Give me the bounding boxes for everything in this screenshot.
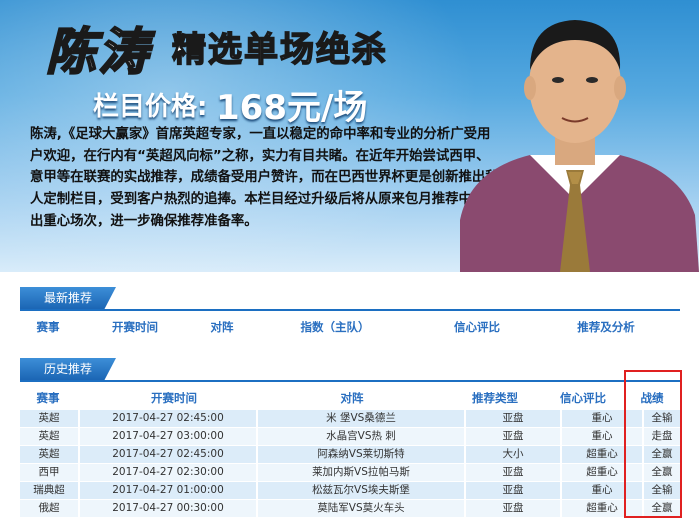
latest-header-time: 开赛时间 xyxy=(112,320,158,334)
history-section-bar: 历史推荐 xyxy=(20,358,680,382)
cell-league: 英超 xyxy=(20,410,78,428)
table-row: 瑞典超 2017-04-27 01:00:00 松兹瓦尔VS埃夫斯堡 亚盘 重心… xyxy=(20,482,680,500)
latest-header-analysis: 推荐及分析 xyxy=(577,320,635,334)
latest-section-bar: 最新推荐 xyxy=(20,287,680,311)
cell-league: 瑞典超 xyxy=(20,482,78,500)
price-value: 168元/场 xyxy=(216,88,368,128)
latest-tab[interactable]: 最新推荐 xyxy=(20,287,116,309)
cell-type: 大小 xyxy=(466,446,560,464)
history-header-confidence: 信心评比 xyxy=(560,391,606,405)
history-header-type: 推荐类型 xyxy=(472,391,518,405)
expert-name: 陈涛 xyxy=(45,22,150,82)
latest-header-confidence: 信心评比 xyxy=(454,320,500,334)
latest-header-league: 赛事 xyxy=(36,320,60,334)
cell-time: 2017-04-27 03:00:00 xyxy=(80,428,256,446)
cell-type: 亚盘 xyxy=(466,500,560,518)
history-header-match: 对阵 xyxy=(340,391,364,405)
history-header-time: 开赛时间 xyxy=(151,391,197,405)
result-column-highlight xyxy=(624,370,682,518)
cell-match[interactable]: 莱加内斯VS拉帕马斯 xyxy=(258,464,464,482)
cell-type: 亚盘 xyxy=(466,428,560,446)
cell-match[interactable]: 松兹瓦尔VS埃夫斯堡 xyxy=(258,482,464,500)
table-row: 西甲 2017-04-27 02:30:00 莱加内斯VS拉帕马斯 亚盘 超重心… xyxy=(20,464,680,482)
cell-type: 亚盘 xyxy=(466,410,560,428)
table-row: 英超 2017-04-27 03:00:00 水晶宫VS热 刺 亚盘 重心 走盘 xyxy=(20,428,680,446)
cell-type: 亚盘 xyxy=(466,482,560,500)
latest-header-match: 对阵 xyxy=(210,320,234,334)
table-row: 英超 2017-04-27 02:45:00 米 堡VS桑德兰 亚盘 重心 全输 xyxy=(20,410,680,428)
banner: 陈涛 精选单场绝杀 栏目价格: 168元/场 陈涛,《足球大赢家》首席英超专家，… xyxy=(0,0,699,272)
cell-time: 2017-04-27 02:45:00 xyxy=(80,446,256,464)
cell-league: 西甲 xyxy=(20,464,78,482)
cell-match[interactable]: 阿森纳VS莱切斯特 xyxy=(258,446,464,464)
cell-match[interactable]: 莫陆军VS莫火车头 xyxy=(258,500,464,518)
cell-time: 2017-04-27 02:45:00 xyxy=(80,410,256,428)
table-row: 英超 2017-04-27 02:45:00 阿森纳VS莱切斯特 大小 超重心 … xyxy=(20,446,680,464)
cell-league: 英超 xyxy=(20,428,78,446)
cell-league: 英超 xyxy=(20,446,78,464)
price-label: 栏目价格: xyxy=(93,92,208,122)
column-title: 精选单场绝杀 xyxy=(171,29,388,71)
cell-time: 2017-04-27 00:30:00 xyxy=(80,500,256,518)
expert-description: 陈涛,《足球大赢家》首席英超专家，一直以稳定的命中率和专业的分析广受用户欢迎，在… xyxy=(30,127,499,229)
cell-match[interactable]: 米 堡VS桑德兰 xyxy=(258,410,464,428)
latest-header-index: 指数（主队） xyxy=(300,320,370,334)
history-header-league: 赛事 xyxy=(36,391,60,405)
cell-league: 俄超 xyxy=(20,500,78,518)
cell-match[interactable]: 水晶宫VS热 刺 xyxy=(258,428,464,446)
cell-time: 2017-04-27 02:30:00 xyxy=(80,464,256,482)
history-tab[interactable]: 历史推荐 xyxy=(20,358,116,380)
cell-time: 2017-04-27 01:00:00 xyxy=(80,482,256,500)
cell-type: 亚盘 xyxy=(466,464,560,482)
table-row: 俄超 2017-04-27 00:30:00 莫陆军VS莫火车头 亚盘 超重心 … xyxy=(20,500,680,518)
expert-photo xyxy=(460,20,699,272)
